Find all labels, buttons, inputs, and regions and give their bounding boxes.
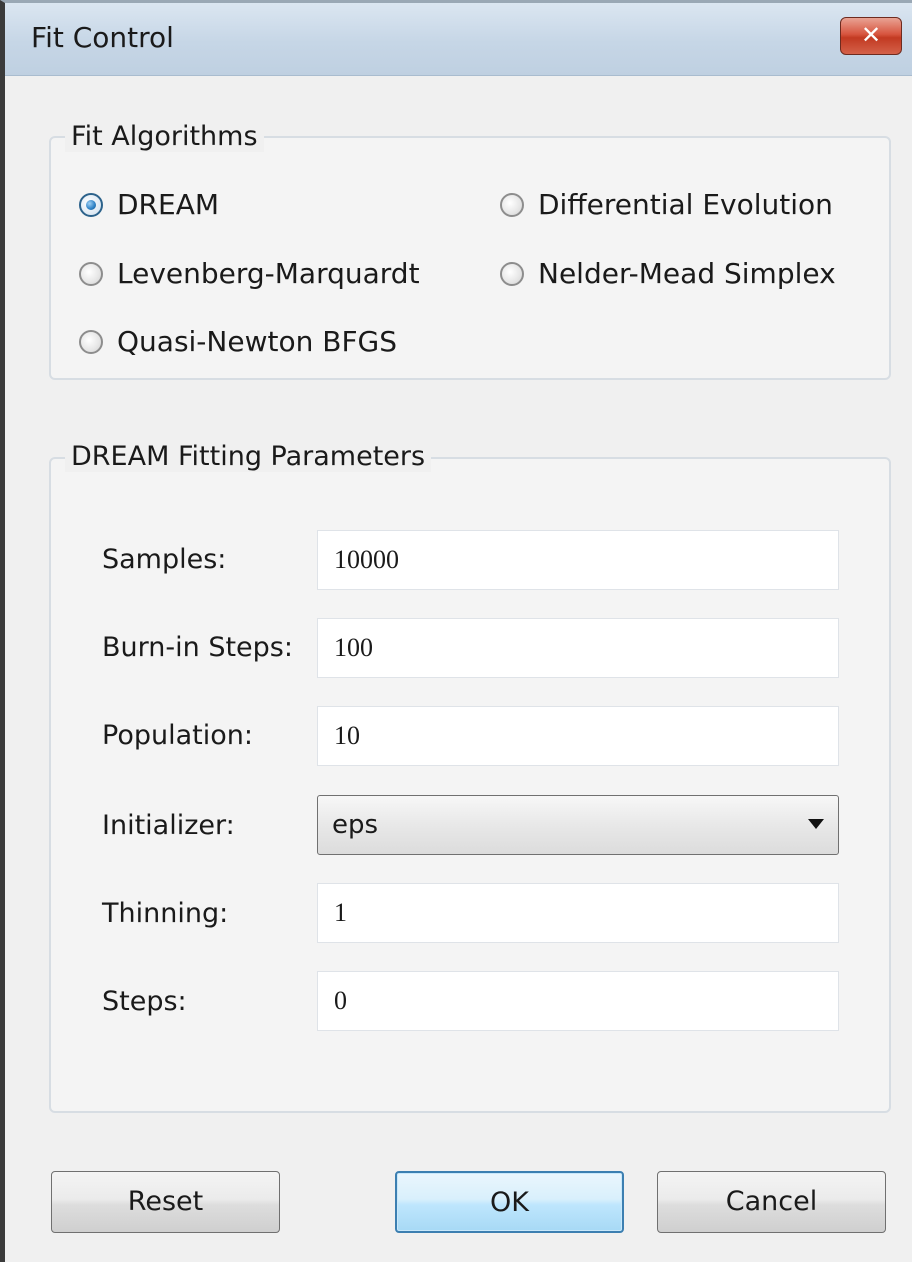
- burn-in-steps-input[interactable]: 100: [317, 618, 839, 678]
- samples-label: Samples:: [102, 544, 227, 575]
- samples-input[interactable]: 10000: [317, 530, 839, 590]
- close-icon: ✕: [860, 21, 882, 49]
- radio-label-differential-evolution: Differential Evolution: [538, 188, 833, 221]
- thinning-label: Thinning:: [102, 898, 229, 929]
- radio-button[interactable]: [79, 261, 103, 286]
- close-button[interactable]: ✕: [840, 17, 902, 55]
- fit-control-dialog: Fit Control ✕ Fit Algorithms DREAM Diffe…: [0, 0, 912, 1262]
- steps-input[interactable]: 0: [317, 971, 839, 1031]
- radio-dream[interactable]: DREAM: [79, 188, 219, 221]
- thinning-input[interactable]: 1: [317, 883, 839, 943]
- radio-label-quasi-newton-bfgs: Quasi-Newton BFGS: [117, 325, 398, 358]
- radio-button-selected[interactable]: [79, 192, 103, 217]
- population-input[interactable]: 10: [317, 706, 839, 766]
- fit-algorithms-legend: Fit Algorithms: [65, 121, 264, 152]
- radio-label-dream: DREAM: [117, 188, 220, 221]
- title-bar[interactable]: Fit Control ✕: [5, 3, 912, 76]
- initializer-value: eps: [332, 810, 379, 840]
- radio-button[interactable]: [79, 329, 103, 354]
- radio-button[interactable]: [500, 192, 524, 217]
- steps-label: Steps:: [102, 986, 187, 1017]
- radio-label-levenberg-marquardt: Levenberg-Marquardt: [117, 257, 420, 290]
- initializer-label: Initializer:: [102, 810, 235, 841]
- chevron-down-icon[interactable]: [808, 819, 824, 829]
- dream-parameters-legend: DREAM Fitting Parameters: [65, 441, 432, 472]
- radio-levenberg-marquardt[interactable]: Levenberg-Marquardt: [79, 257, 420, 290]
- reset-button[interactable]: Reset: [51, 1171, 280, 1233]
- radio-label-nelder-mead-simplex: Nelder-Mead Simplex: [538, 257, 836, 290]
- burn-in-steps-label: Burn-in Steps:: [102, 632, 293, 663]
- population-label: Population:: [102, 720, 253, 751]
- window-title: Fit Control: [31, 21, 174, 54]
- radio-nelder-mead-simplex[interactable]: Nelder-Mead Simplex: [500, 257, 836, 290]
- cancel-button[interactable]: Cancel: [657, 1171, 886, 1233]
- initializer-select[interactable]: eps: [317, 795, 839, 855]
- radio-button[interactable]: [500, 261, 524, 286]
- radio-differential-evolution[interactable]: Differential Evolution: [500, 188, 833, 221]
- ok-button[interactable]: OK: [395, 1171, 624, 1233]
- radio-quasi-newton-bfgs[interactable]: Quasi-Newton BFGS: [79, 325, 397, 358]
